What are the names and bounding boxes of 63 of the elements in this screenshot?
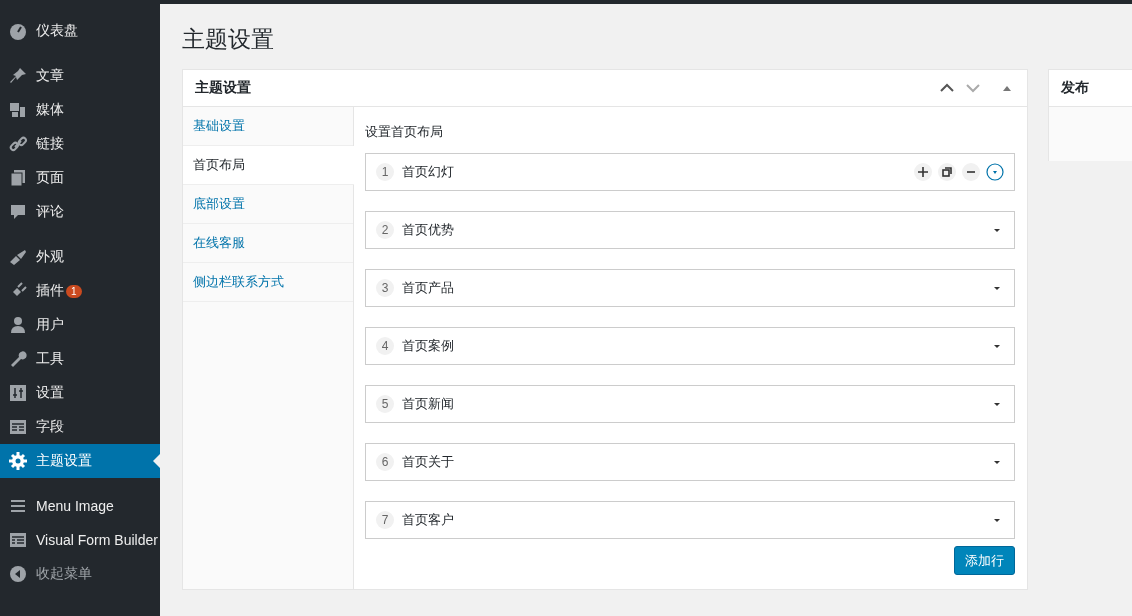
duplicate-icon[interactable] [938,163,956,181]
comment-icon [8,202,28,222]
sidebar-item[interactable]: 仪表盘 [0,14,160,48]
current-pointer-icon [153,454,160,468]
sidebar-item[interactable]: 收起菜单 [0,557,160,591]
row-number: 5 [376,395,394,413]
remove-icon[interactable] [962,163,980,181]
row-title: 首页关于 [402,453,455,471]
dashboard-icon [8,21,28,41]
row-number: 7 [376,511,394,529]
layout-row[interactable]: 3 首页产品 [365,269,1015,307]
row-title: 首页新闻 [402,395,455,413]
sidebar-item[interactable]: 链接 [0,127,160,161]
row-title: 首页案例 [402,337,455,355]
link-icon [8,134,28,154]
collapse-icon [8,564,28,584]
sidebar-item[interactable]: 插件 1 [0,274,160,308]
settings-tab[interactable]: 底部设置 [183,185,353,224]
layout-row[interactable]: 7 首页客户 [365,501,1015,539]
toggle-icon[interactable] [986,163,1004,181]
sidebar-item[interactable]: 主题设置 [0,444,160,478]
sidebar-item[interactable]: 媒体 [0,93,160,127]
table-icon [8,417,28,437]
sidebar-item[interactable]: 外观 [0,240,160,274]
sidebar-item[interactable]: 页面 [0,161,160,195]
row-title: 首页优势 [402,221,455,239]
brush-icon [8,247,28,267]
add-row-button[interactable]: 添加行 [954,546,1015,575]
row-number: 3 [376,279,394,297]
sidebar-item[interactable]: 用户 [0,308,160,342]
media-icon [8,100,28,120]
sidebar-item[interactable]: 评论 [0,195,160,229]
form-icon [8,530,28,550]
sidebar-item[interactable]: 设置 [0,376,160,410]
sidebar-item[interactable]: 工具 [0,342,160,376]
sidebar-item[interactable]: Menu Image [0,489,160,523]
pages-icon [8,168,28,188]
section-heading: 设置首页布局 [365,123,444,141]
page-title: 主题设置 [182,25,275,54]
settings-tab[interactable]: 侧边栏联系方式 [183,263,353,302]
sidebar-item[interactable]: Visual Form Builder [0,523,160,557]
panel-title: 主题设置 [195,79,251,97]
sidebar-item[interactable]: 文章 [0,59,160,93]
layout-row[interactable]: 5 首页新闻 [365,385,1015,423]
layout-row[interactable]: 2 首页优势 [365,211,1015,249]
row-number: 1 [376,163,394,181]
settings-icon [8,451,28,471]
layout-row[interactable]: 6 首页关于 [365,443,1015,481]
row-title: 首页产品 [402,279,455,297]
row-title: 首页幻灯 [402,163,455,181]
update-count-badge: 1 [66,284,82,298]
settings-tab[interactable]: 首页布局 [183,146,354,185]
user-icon [8,315,28,335]
row-number: 4 [376,337,394,355]
row-number: 6 [376,453,394,471]
layout-row[interactable]: 1 首页幻灯 [365,153,1015,191]
row-title: 首页客户 [402,511,455,529]
sliders-icon [8,383,28,403]
add-icon[interactable] [914,163,932,181]
sidebar-item[interactable]: 字段 [0,410,160,444]
layout-row[interactable]: 4 首页案例 [365,327,1015,365]
row-number: 2 [376,221,394,239]
settings-tab[interactable]: 在线客服 [183,224,353,263]
